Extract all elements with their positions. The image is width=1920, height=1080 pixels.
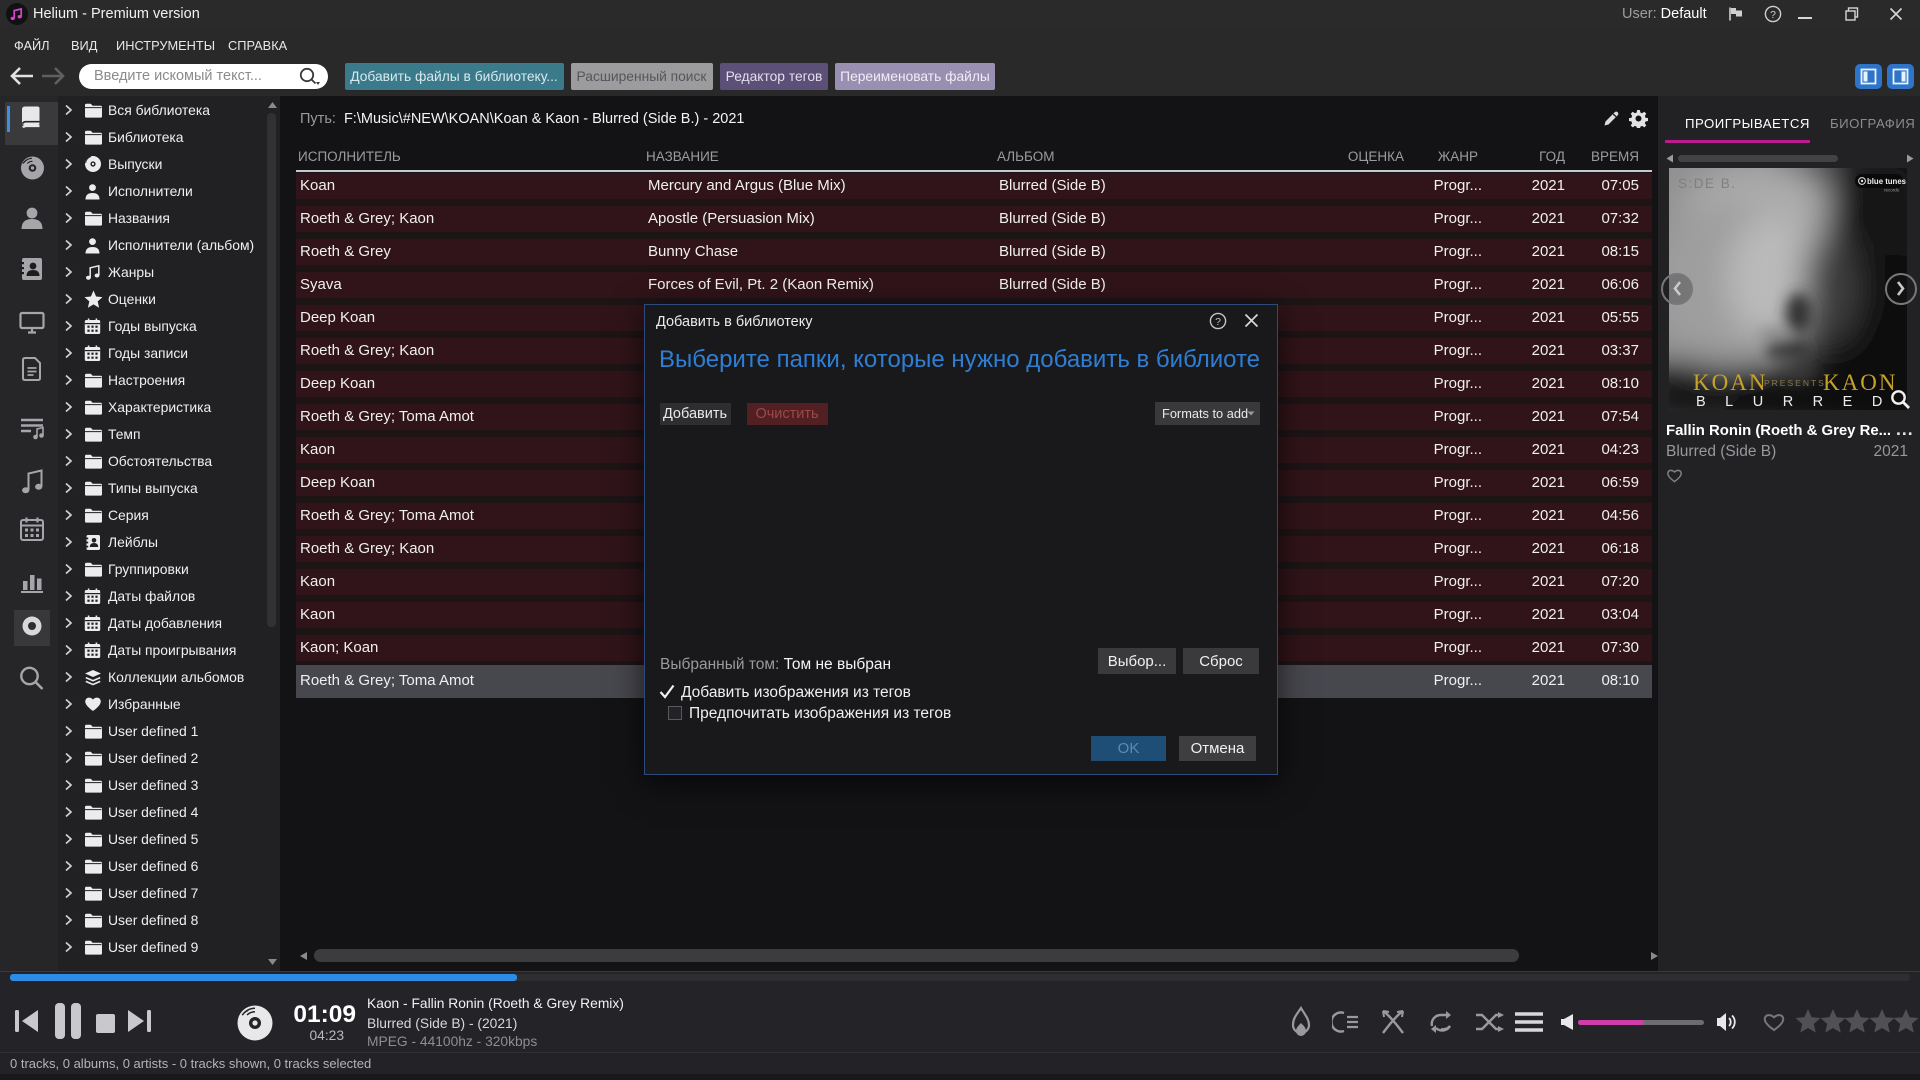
svg-text:records: records xyxy=(1884,188,1900,193)
svg-text:blue tunes: blue tunes xyxy=(1867,177,1907,186)
svg-text:?: ? xyxy=(1770,9,1776,21)
svg-text:S:DE B.: S:DE B. xyxy=(1678,176,1737,191)
svg-text:KAON: KAON xyxy=(1823,370,1897,395)
svg-text:?: ? xyxy=(1215,316,1221,328)
svg-text:BLURRED: BLURRED xyxy=(1696,394,1902,410)
svg-text:PRESENTS: PRESENTS xyxy=(1764,378,1826,388)
svg-text:KOAN: KOAN xyxy=(1693,370,1767,395)
